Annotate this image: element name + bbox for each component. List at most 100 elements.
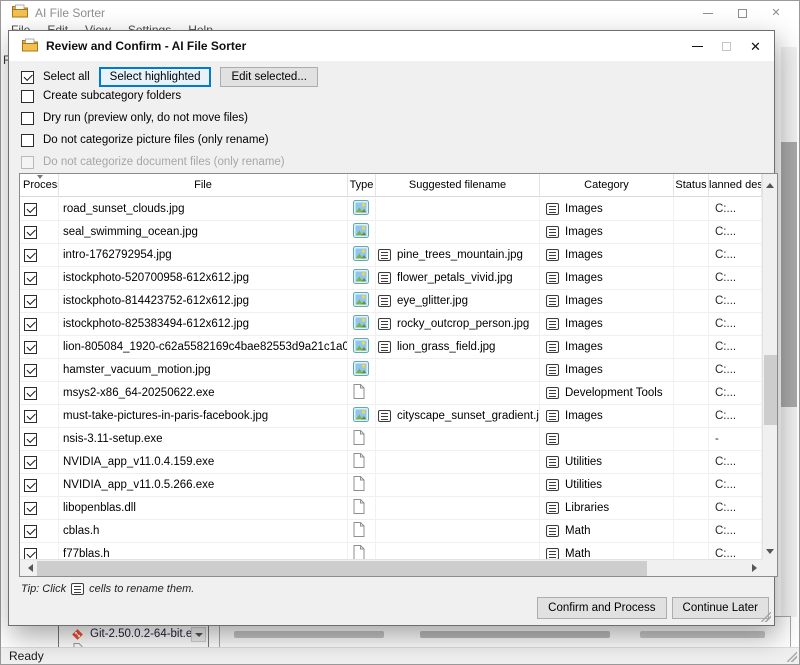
category-cell[interactable]: Images [540, 359, 674, 381]
background-list-item[interactable]: Git-2.50.0.2-64-bit.exe [90, 628, 204, 640]
category-cell[interactable]: Images [540, 313, 674, 335]
process-cell[interactable] [20, 428, 59, 450]
row-process-checkbox[interactable] [24, 203, 37, 216]
main-window-scrollbar[interactable] [781, 47, 797, 617]
suggested-filename-cell[interactable] [376, 198, 540, 220]
category-cell[interactable]: Images [540, 336, 674, 358]
dialog-resize-grip[interactable] [761, 612, 771, 622]
window-resize-grip[interactable] [787, 652, 797, 662]
suggested-filename-cell[interactable] [376, 451, 540, 473]
scroll-left-arrow-icon[interactable] [20, 560, 36, 577]
rename-icon[interactable] [546, 272, 559, 284]
file-name-cell[interactable]: nsis-3.11-setup.exe [59, 428, 348, 450]
rename-icon[interactable] [546, 295, 559, 307]
category-cell[interactable]: Development Tools [540, 382, 674, 404]
file-name-cell[interactable]: msys2-x86_64-20250622.exe [59, 382, 348, 404]
rename-icon[interactable] [378, 272, 391, 284]
row-process-checkbox[interactable] [24, 387, 37, 400]
rename-icon[interactable] [546, 456, 559, 468]
edit-selected-button[interactable]: Edit selected... [220, 67, 317, 87]
minimize-button[interactable] [691, 1, 725, 25]
rename-icon[interactable] [546, 410, 559, 422]
process-cell[interactable] [20, 313, 59, 335]
dropdown-arrow-icon[interactable] [191, 627, 206, 642]
rename-icon[interactable] [546, 387, 559, 399]
category-cell[interactable]: Utilities [540, 451, 674, 473]
column-header-process[interactable]: Process [20, 174, 59, 196]
suggested-filename-cell[interactable] [376, 543, 540, 559]
vertical-scroll-thumb[interactable] [764, 355, 777, 425]
file-name-cell[interactable]: lion-805084_1920-c62a5582169c4bae82553d9… [59, 336, 348, 358]
category-cell[interactable]: Images [540, 244, 674, 266]
option-row-2[interactable]: Do not categorize picture files (only re… [21, 132, 285, 148]
scroll-down-arrow-icon[interactable] [763, 543, 778, 559]
file-name-cell[interactable]: seal_swimming_ocean.jpg [59, 221, 348, 243]
row-process-checkbox[interactable] [24, 364, 37, 377]
option-checkbox[interactable] [21, 90, 34, 103]
option-row-0[interactable]: Create subcategory folders [21, 88, 285, 104]
option-checkbox[interactable] [21, 134, 34, 147]
suggested-filename-cell[interactable] [376, 474, 540, 496]
row-process-checkbox[interactable] [24, 525, 37, 538]
select-highlighted-button[interactable]: Select highlighted [99, 67, 212, 87]
suggested-filename-cell[interactable] [376, 382, 540, 404]
suggested-filename-cell[interactable]: pine_trees_mountain.jpg [376, 244, 540, 266]
column-header-type[interactable]: Type [348, 174, 376, 196]
suggested-filename-cell[interactable] [376, 221, 540, 243]
dialog-close-button[interactable]: ✕ [741, 31, 770, 61]
rename-icon[interactable] [546, 341, 559, 353]
horizontal-scrollbar[interactable] [20, 559, 762, 576]
file-name-cell[interactable]: intro-1762792954.jpg [59, 244, 348, 266]
process-cell[interactable] [20, 198, 59, 220]
file-name-cell[interactable]: istockphoto-520700958-612x612.jpg [59, 267, 348, 289]
row-process-checkbox[interactable] [24, 502, 37, 515]
process-cell[interactable] [20, 221, 59, 243]
column-header-status[interactable]: Status [674, 174, 709, 196]
row-process-checkbox[interactable] [24, 272, 37, 285]
row-process-checkbox[interactable] [24, 295, 37, 308]
vertical-scrollbar[interactable] [762, 174, 777, 559]
dialog-minimize-button[interactable] [683, 31, 712, 61]
suggested-filename-cell[interactable] [376, 497, 540, 519]
rename-icon[interactable] [546, 525, 559, 537]
rename-icon[interactable] [546, 479, 559, 491]
file-name-cell[interactable]: f77blas.h [59, 543, 348, 559]
file-name-cell[interactable]: cblas.h [59, 520, 348, 542]
row-process-checkbox[interactable] [24, 226, 37, 239]
maximize-button[interactable] [725, 1, 759, 25]
process-cell[interactable] [20, 451, 59, 473]
rename-icon[interactable] [546, 548, 559, 559]
process-cell[interactable] [20, 244, 59, 266]
close-button[interactable]: ✕ [759, 1, 793, 25]
category-cell[interactable]: Images [540, 267, 674, 289]
column-header-file[interactable]: File [59, 174, 348, 196]
process-cell[interactable] [20, 543, 59, 559]
rename-icon[interactable] [378, 318, 391, 330]
category-cell[interactable] [540, 428, 674, 450]
row-process-checkbox[interactable] [24, 318, 37, 331]
row-process-checkbox[interactable] [24, 433, 37, 446]
file-name-cell[interactable]: istockphoto-814423752-612x612.jpg [59, 290, 348, 312]
row-process-checkbox[interactable] [24, 456, 37, 469]
category-cell[interactable]: Utilities [540, 474, 674, 496]
rename-icon[interactable] [546, 364, 559, 376]
rename-icon[interactable] [546, 203, 559, 215]
category-cell[interactable]: Images [540, 198, 674, 220]
suggested-filename-cell[interactable]: lion_grass_field.jpg [376, 336, 540, 358]
rename-icon[interactable] [378, 295, 391, 307]
rename-icon[interactable] [378, 249, 391, 261]
rename-icon[interactable] [378, 410, 391, 422]
confirm-and-process-button[interactable]: Confirm and Process [537, 597, 666, 619]
row-process-checkbox[interactable] [24, 479, 37, 492]
file-name-cell[interactable]: istockphoto-825383494-612x612.jpg [59, 313, 348, 335]
rename-icon[interactable] [546, 502, 559, 514]
rename-icon[interactable] [546, 318, 559, 330]
category-cell[interactable]: Images [540, 290, 674, 312]
rename-icon[interactable] [378, 341, 391, 353]
process-cell[interactable] [20, 497, 59, 519]
file-name-cell[interactable]: must-take-pictures-in-paris-facebook.jpg [59, 405, 348, 427]
suggested-filename-cell[interactable]: cityscape_sunset_gradient.jpg [376, 405, 540, 427]
main-scrollbar-thumb[interactable] [781, 142, 797, 407]
row-process-checkbox[interactable] [24, 341, 37, 354]
category-cell[interactable]: Math [540, 520, 674, 542]
